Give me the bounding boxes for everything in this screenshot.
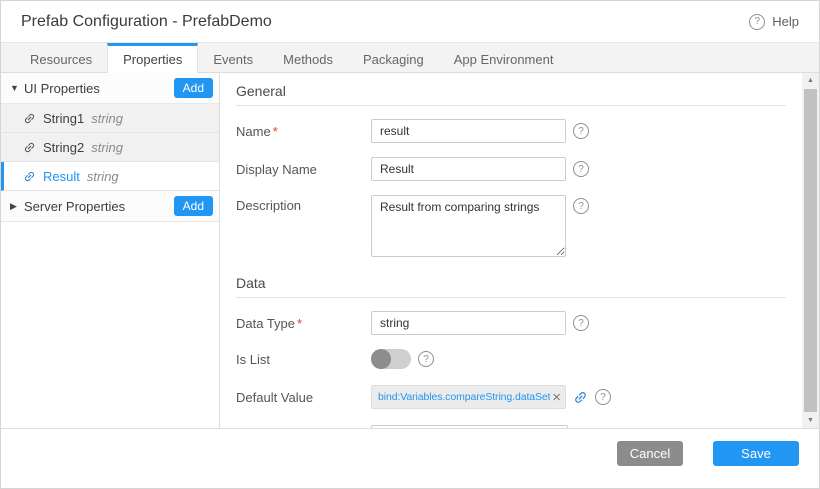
prefab-configuration-dialog: Prefab Configuration - PrefabDemo ? Help… — [0, 0, 820, 489]
bind-expression: bind:Variables.compareString.dataSet... — [378, 391, 550, 403]
help-button[interactable]: ? Help — [749, 14, 799, 30]
description-label: Description — [236, 195, 371, 213]
data-type-label: Data Type* — [236, 316, 371, 331]
properties-sidebar: ▼ UI Properties Add String1 string Strin… — [1, 73, 220, 428]
property-form: General Name* ? Display Name ? Descripti… — [220, 73, 802, 428]
caret-right-icon[interactable]: ▶ — [10, 201, 24, 212]
dialog-title: Prefab Configuration - PrefabDemo — [21, 13, 272, 31]
data-type-input[interactable] — [371, 311, 566, 335]
dialog-body: ▼ UI Properties Add String1 string Strin… — [1, 73, 819, 428]
bind-link-icon[interactable] — [573, 390, 588, 405]
tab-packaging[interactable]: Packaging — [348, 43, 439, 72]
binding-type-select[interactable]: out-bound ▼ — [371, 425, 568, 428]
sidebar-item-string2[interactable]: String2 string — [1, 133, 219, 162]
scroll-down-icon[interactable]: ▼ — [802, 413, 819, 428]
save-button[interactable]: Save — [713, 441, 799, 466]
default-value-label: Default Value — [236, 390, 371, 405]
clear-bind-icon[interactable]: × — [550, 389, 563, 406]
description-help-icon[interactable]: ? — [573, 198, 589, 214]
vertical-scrollbar[interactable]: ▲ ▼ — [802, 73, 819, 428]
name-input[interactable] — [371, 119, 566, 143]
tab-properties[interactable]: Properties — [107, 43, 198, 73]
display-name-input[interactable] — [371, 157, 566, 181]
is-list-toggle[interactable] — [371, 349, 411, 369]
tab-resources[interactable]: Resources — [15, 43, 107, 72]
property-type: string — [87, 169, 119, 184]
tab-events[interactable]: Events — [198, 43, 268, 72]
default-value-bind-field[interactable]: bind:Variables.compareString.dataSet... … — [371, 385, 566, 409]
ui-properties-label: UI Properties — [24, 81, 100, 96]
scrollbar-thumb[interactable] — [804, 89, 817, 412]
property-name: String2 — [43, 140, 84, 155]
form-row-binding-type: Binding Type out-bound ▼ ? — [236, 425, 786, 428]
required-marker: * — [297, 316, 302, 331]
form-row-is-list: Is List ? — [236, 349, 786, 369]
name-label: Name* — [236, 124, 371, 139]
link-icon — [23, 141, 36, 154]
property-name: Result — [43, 169, 80, 184]
add-server-property-button[interactable]: Add — [174, 196, 213, 216]
dialog-footer: Cancel Save — [1, 428, 819, 488]
help-label: Help — [772, 14, 799, 29]
display-name-help-icon[interactable]: ? — [573, 161, 589, 177]
server-properties-group[interactable]: ▶ Server Properties Add — [1, 191, 219, 222]
link-icon — [23, 112, 36, 125]
cancel-button[interactable]: Cancel — [617, 441, 683, 466]
help-icon: ? — [749, 14, 765, 30]
section-heading-general: General — [236, 83, 786, 106]
caret-down-icon[interactable]: ▼ — [10, 83, 24, 93]
sidebar-item-string1[interactable]: String1 string — [1, 104, 219, 133]
default-value-help-icon[interactable]: ? — [595, 389, 611, 405]
property-type: string — [91, 140, 123, 155]
property-name: String1 — [43, 111, 84, 126]
display-name-label: Display Name — [236, 162, 371, 177]
add-ui-property-button[interactable]: Add — [174, 78, 213, 98]
ui-properties-group[interactable]: ▼ UI Properties Add — [1, 73, 219, 104]
form-row-default-value: Default Value bind:Variables.compareStri… — [236, 385, 786, 409]
toggle-knob — [371, 349, 391, 369]
description-textarea[interactable]: Result from comparing strings — [371, 195, 566, 257]
tab-bar: Resources Properties Events Methods Pack… — [1, 43, 819, 73]
required-marker: * — [273, 124, 278, 139]
is-list-help-icon[interactable]: ? — [418, 351, 434, 367]
form-row-name: Name* ? — [236, 119, 786, 143]
property-type: string — [91, 111, 123, 126]
server-properties-label: Server Properties — [24, 199, 125, 214]
form-row-display-name: Display Name ? — [236, 157, 786, 181]
section-heading-data: Data — [236, 275, 786, 298]
dialog-header: Prefab Configuration - PrefabDemo ? Help — [1, 1, 819, 43]
data-type-help-icon[interactable]: ? — [573, 315, 589, 331]
tab-app-environment[interactable]: App Environment — [439, 43, 569, 72]
form-row-data-type: Data Type* ? — [236, 311, 786, 335]
tab-methods[interactable]: Methods — [268, 43, 348, 72]
link-icon — [23, 170, 36, 183]
form-row-description: Description Result from comparing string… — [236, 195, 786, 257]
scroll-up-icon[interactable]: ▲ — [802, 73, 819, 88]
is-list-label: Is List — [236, 352, 371, 367]
name-help-icon[interactable]: ? — [573, 123, 589, 139]
sidebar-item-result[interactable]: Result string — [1, 162, 219, 191]
